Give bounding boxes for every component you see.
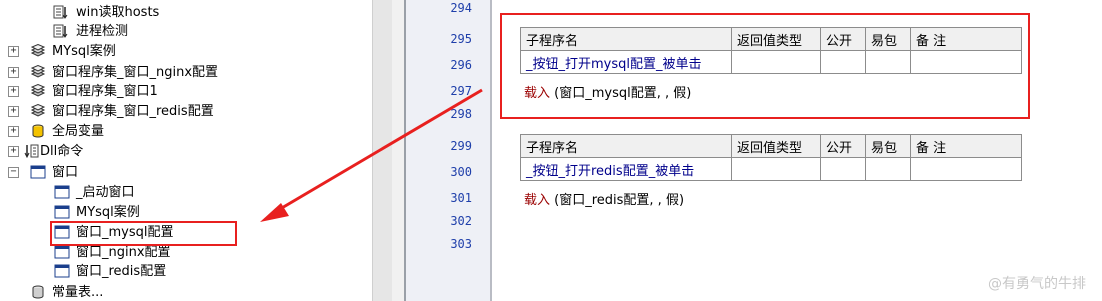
tree-item-label: win读取hosts <box>76 5 160 20</box>
watermark: @有勇气的牛排 <box>988 276 1086 292</box>
tree-item-windows-folder[interactable]: − 窗口 <box>0 163 370 182</box>
tree-item-process-check[interactable]: 进程检测 <box>0 22 370 41</box>
tree-item-global-vars[interactable]: + 全局变量 <box>0 122 370 141</box>
tree-item-label: 全局变量 <box>52 124 105 139</box>
remark-cell[interactable] <box>910 157 1022 181</box>
col-header-public: 公开 <box>820 134 866 158</box>
subroutine-table-redis: 子程序名 返回值类型 公开 易包 备 注 _按钮_打开redis配置_被单击 <box>520 134 1022 181</box>
expand-plus-icon[interactable]: + <box>8 126 19 137</box>
tree-item-label: MYsql案例 <box>52 44 116 59</box>
expand-plus-icon[interactable]: + <box>8 86 19 97</box>
program-tree: win读取hosts 进程检测 + MYsql案例 + 窗口程序集_窗口_ngi… <box>0 0 370 301</box>
tree-item-label: _启动窗口 <box>76 185 135 200</box>
col-header-remark: 备 注 <box>910 134 1022 158</box>
line-number: 296 <box>450 58 472 72</box>
line-number: 295 <box>450 32 472 46</box>
return-type-cell[interactable] <box>731 157 821 181</box>
file-list-icon <box>53 5 68 19</box>
tree-item-mysql-case[interactable]: + MYsql案例 <box>0 42 370 61</box>
keyword-load: 载入 <box>524 193 551 208</box>
tree-item-label: 进程检测 <box>76 24 129 39</box>
expand-plus-icon[interactable]: + <box>8 146 19 157</box>
window-icon <box>54 264 70 278</box>
collapse-minus-icon[interactable]: − <box>8 167 19 178</box>
line-number: 297 <box>450 84 472 98</box>
col-header-easy-pkg: 易包 <box>865 134 911 158</box>
highlight-box-tree-item <box>50 221 237 246</box>
file-list-icon <box>53 24 68 38</box>
tree-scrollbar[interactable] <box>372 0 394 301</box>
tree-item-window1-assembly[interactable]: + 窗口程序集_窗口1 <box>0 82 370 101</box>
easy-pkg-cell[interactable] <box>865 157 911 181</box>
tree-item-label: 窗口程序集_窗口1 <box>52 84 158 99</box>
call-arguments: (窗口_redis配置, , 假) <box>550 193 685 208</box>
module-stack-icon <box>30 44 46 57</box>
database-icon <box>32 124 44 138</box>
line-number: 294 <box>450 1 472 15</box>
module-stack-icon <box>30 104 46 117</box>
window-icon <box>54 245 70 259</box>
tree-item-window-redis-config[interactable]: 窗口_redis配置 <box>0 262 370 281</box>
tree-item-win-read-hosts[interactable]: win读取hosts <box>0 3 370 22</box>
public-cell[interactable] <box>820 157 866 181</box>
tree-item-nginx-assembly[interactable]: + 窗口程序集_窗口_nginx配置 <box>0 63 370 82</box>
expand-plus-icon[interactable]: + <box>8 106 19 117</box>
tree-item-label: 窗口程序集_窗口_nginx配置 <box>52 65 219 80</box>
tree-item-label: 常量表... <box>52 285 104 300</box>
window-icon <box>54 185 70 199</box>
line-number: 299 <box>450 139 472 153</box>
tree-item-label: 窗口 <box>52 165 79 180</box>
tree-item-label: 窗口_redis配置 <box>76 264 167 279</box>
subroutine-name-cell[interactable]: _按钮_打开redis配置_被单击 <box>520 157 732 181</box>
tree-item-constants[interactable]: 常量表... <box>0 283 370 301</box>
tree-item-label: MYsql案例 <box>76 205 140 220</box>
tree-item-startup-window[interactable]: _启动窗口 <box>0 183 370 202</box>
highlight-box-code <box>500 13 1030 119</box>
tree-item-label: 窗口程序集_窗口_redis配置 <box>52 104 214 119</box>
tree-item-redis-assembly[interactable]: + 窗口程序集_窗口_redis配置 <box>0 102 370 121</box>
col-header-sub-name: 子程序名 <box>520 134 732 158</box>
window-icon <box>54 205 70 219</box>
editor-gutter <box>392 0 404 301</box>
line-number: 300 <box>450 165 472 179</box>
module-stack-icon <box>30 84 46 97</box>
module-stack-icon <box>30 65 46 78</box>
tree-item-label: Dll命令 <box>40 144 84 159</box>
col-header-return-type: 返回值类型 <box>731 134 821 158</box>
expand-plus-icon[interactable]: + <box>8 67 19 78</box>
constant-table-icon <box>32 285 44 299</box>
line-number: 298 <box>450 107 472 121</box>
window-icon <box>30 165 46 179</box>
line-number: 302 <box>450 214 472 228</box>
tree-item-mysql-case-window[interactable]: MYsql案例 <box>0 203 370 222</box>
line-number-divider <box>490 0 492 301</box>
tree-item-dll-commands[interactable]: + Dll命令 <box>0 142 370 161</box>
dll-command-icon <box>24 144 39 158</box>
code-line-load-redis[interactable]: 载入 (窗口_redis配置, , 假) <box>524 189 684 208</box>
line-number: 301 <box>450 191 472 205</box>
line-number: 303 <box>450 237 472 251</box>
expand-plus-icon[interactable]: + <box>8 46 19 57</box>
